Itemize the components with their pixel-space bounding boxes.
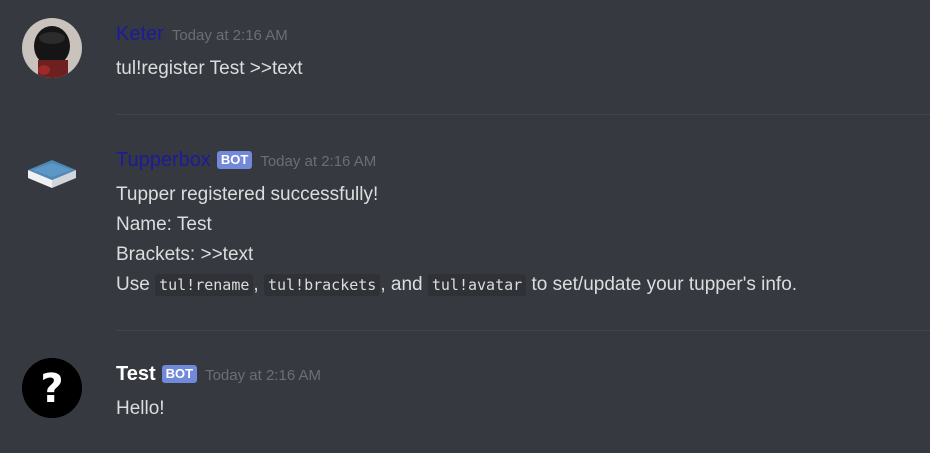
usage-line: Use tul!rename, tul!brackets, and tul!av… <box>116 270 797 300</box>
username[interactable]: Keter <box>116 22 164 46</box>
usage-separator: , <box>253 274 259 295</box>
usage-prefix: Use <box>116 274 156 295</box>
timestamp: Today at 2:16 AM <box>171 27 288 44</box>
avatar[interactable] <box>22 18 82 78</box>
chat-log: Keter Today at 2:16 AM tul!register Test… <box>0 0 930 453</box>
timestamp: Today at 2:16 AM <box>260 153 377 170</box>
message-text: Hello! <box>116 398 165 419</box>
username[interactable]: Tupperbox <box>116 148 211 172</box>
question-mark-icon: ? <box>22 358 82 418</box>
message-text: Brackets: >>text <box>116 244 254 265</box>
username[interactable]: Test <box>116 362 156 386</box>
timestamp: Today at 2:16 AM <box>205 367 321 384</box>
inline-code-brackets: tul!brackets <box>263 274 381 296</box>
inline-code-avatar: tul!avatar <box>427 274 527 296</box>
message-text: tul!register Test >>text <box>116 58 303 79</box>
svg-text:?: ? <box>40 366 63 412</box>
message-text: Name: Test <box>116 214 212 235</box>
person-avatar <box>22 18 82 78</box>
avatar[interactable]: ? <box>22 358 82 418</box>
tupperware-box-icon <box>22 146 82 206</box>
bot-badge: BOT <box>161 365 198 383</box>
inline-code-rename: tul!rename <box>155 274 254 296</box>
message-divider <box>116 114 930 115</box>
message-divider <box>116 330 930 331</box>
avatar[interactable] <box>22 146 82 206</box>
usage-separator: , and <box>380 274 428 295</box>
bot-badge: BOT <box>216 151 253 169</box>
usage-suffix: to set/update your tupper's info. <box>526 274 798 295</box>
message-text: Tupper registered successfully! <box>116 184 379 205</box>
